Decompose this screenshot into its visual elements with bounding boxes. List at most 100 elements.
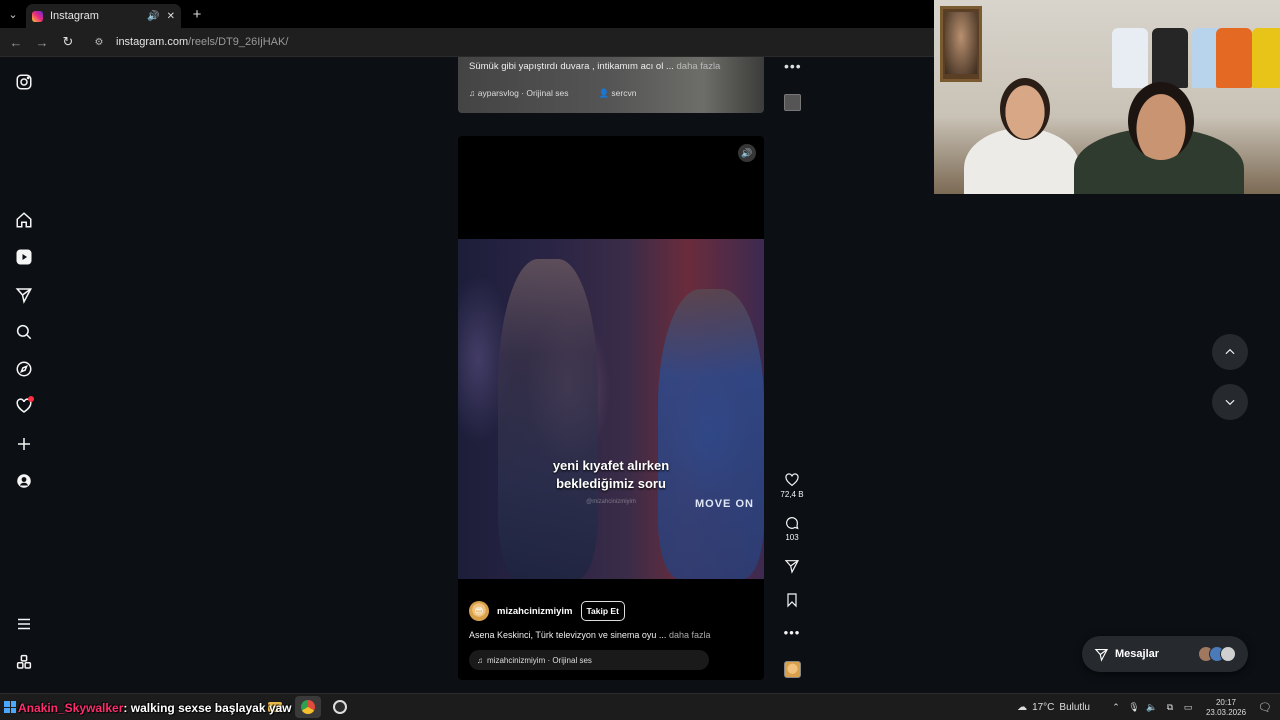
previous-reel[interactable]: Sümük gibi yapıştırdı duvara , intikamım… <box>458 57 764 113</box>
bookmark-icon <box>787 593 797 608</box>
previous-reel-audio-label: ayparsvlog · Orijinal ses <box>477 88 569 98</box>
instagram-favicon-icon <box>32 10 43 22</box>
music-note-icon: ♫ <box>477 655 483 665</box>
painting-portrait <box>945 12 977 74</box>
previous-reel-caption: Sümük gibi yapıştırdı duvara , intikamım… <box>469 61 720 72</box>
weather-status: Bulutlu <box>1059 702 1090 713</box>
page-scrollbar[interactable] <box>1272 200 1280 693</box>
more-menu-icon[interactable] <box>14 614 34 634</box>
chat-message: : walking sexse başlayak yaw <box>123 701 292 715</box>
jersey <box>1252 28 1280 88</box>
reel-audio-thumbnail[interactable] <box>784 661 801 678</box>
home-icon[interactable] <box>14 210 34 230</box>
explore-icon[interactable] <box>14 359 34 379</box>
reels-icon[interactable] <box>14 247 34 267</box>
tray-chevron-up-icon[interactable]: ⌃ <box>1110 702 1122 713</box>
reel-footer: 😎 mizahcinizmiyim Takip Et Asena Keskinc… <box>458 596 764 680</box>
previous-reel-tagged-user-label: sercvn <box>611 88 637 98</box>
follow-button[interactable]: Takip Et <box>580 601 625 621</box>
reel-audio-label: mizahcinizmiyim · Orijinal ses <box>487 655 592 665</box>
comment-button[interactable]: 103 <box>777 515 807 542</box>
previous-reel-more-link[interactable]: daha fazla <box>677 61 721 72</box>
new-tab-button[interactable]: + <box>185 6 209 23</box>
chevron-down-icon <box>1225 399 1235 406</box>
previous-reel-tagged-user[interactable]: 👤 sercvn <box>598 88 636 99</box>
author-avatar[interactable]: 😎 <box>469 601 489 621</box>
person-left-face <box>1000 78 1050 140</box>
reel-video[interactable]: 🔊 MOVE ON yeni kıyafet alırken beklediği… <box>458 136 764 680</box>
forward-button[interactable]: → <box>34 35 50 50</box>
messages-button[interactable]: Mesajlar <box>1082 636 1248 672</box>
windows-start-icon[interactable] <box>4 701 16 713</box>
author-username[interactable]: mizahcinizmiyim <box>497 606 573 617</box>
previous-reel-audio-thumbnail[interactable] <box>784 94 801 111</box>
url-field[interactable]: instagram.com/reels/DT9_26IjHAK/ <box>116 36 288 48</box>
weather-icon: ☁ <box>1017 702 1028 713</box>
site-info-icon[interactable]: ⚙ <box>92 35 106 49</box>
battery-icon[interactable]: ▭ <box>1182 702 1194 713</box>
instagram-logo-icon[interactable] <box>14 72 34 92</box>
network-icon[interactable]: ⧉ <box>1164 702 1176 713</box>
share-button[interactable] <box>777 558 807 574</box>
browser-tab-instagram[interactable]: Instagram 🔊 ✕ <box>26 4 181 28</box>
chrome-taskbar-icon[interactable] <box>295 696 321 718</box>
back-button[interactable]: ← <box>8 35 24 50</box>
create-plus-icon[interactable] <box>14 434 34 454</box>
chat-username: Anakin_Skywalker <box>18 701 124 715</box>
share-icon <box>784 560 799 574</box>
reel-watermark: @mizahcinizmiyim <box>586 499 636 505</box>
messages-label: Mesajlar <box>1115 648 1160 660</box>
speaker-icon[interactable]: 🔈 <box>1146 702 1158 713</box>
reel-video-frame: MOVE ON yeni kıyafet alırken beklediğimi… <box>458 239 764 579</box>
person-right-face <box>1128 82 1194 160</box>
tab-title: Instagram <box>50 10 99 22</box>
weather-widget[interactable]: ☁ 17°C Bulutlu <box>1017 702 1090 713</box>
clock-time: 20:17 <box>1215 697 1237 707</box>
url-host: instagram.com <box>116 36 189 48</box>
volume-icon[interactable]: 🔊 <box>738 144 756 162</box>
scene-person-right <box>658 289 764 579</box>
jersey <box>1216 28 1252 88</box>
like-count: 72,4 B <box>780 490 804 499</box>
tab-audio-icon[interactable]: 🔊 <box>147 11 159 22</box>
comment-icon <box>786 517 799 530</box>
notifications-heart-icon[interactable] <box>14 396 34 416</box>
reel-more-options[interactable]: ••• <box>777 625 807 640</box>
reload-button[interactable]: ↻ <box>60 34 76 50</box>
system-tray: ☁ 17°C Bulutlu ⌃ 🎙 🔈 ⧉ ▭ 20:17 23.03.202… <box>1017 694 1280 720</box>
search-icon[interactable] <box>14 322 34 342</box>
reel-author: 😎 mizahcinizmiyim Takip Et <box>469 601 625 621</box>
reel-caption-text: Asena Keskinci, Türk televizyon ve sinem… <box>469 630 667 640</box>
instagram-sidebar <box>0 57 48 693</box>
stream-chat-overlay: Anakin_Skywalker: walking sexse başlayak… <box>18 701 292 715</box>
heart-icon <box>785 473 799 487</box>
also-from-meta-icon[interactable] <box>14 652 34 672</box>
comment-count: 103 <box>785 533 799 542</box>
taskbar-clock[interactable]: 20:17 23.03.2026 <box>1206 698 1246 718</box>
tab-close-icon[interactable]: ✕ <box>167 11 175 22</box>
clock-date: 23.03.2026 <box>1205 707 1247 717</box>
reel-caption-more-link[interactable]: daha fazla <box>669 630 711 640</box>
webcam-overlay <box>934 0 1280 194</box>
reel-overlay-text-line1: yeni kıyafet alırken <box>552 458 670 473</box>
microphone-icon[interactable]: 🎙 <box>1128 702 1140 713</box>
like-button[interactable]: 72,4 B <box>777 472 807 499</box>
tab-search-button[interactable]: ⌄ <box>0 0 26 28</box>
reel-audio-link[interactable]: ♫ mizahcinizmiyim · Orijinal ses <box>469 650 709 670</box>
browser-address-bar: ← → ↻ ⚙ instagram.com/reels/DT9_26IjHAK/ <box>0 28 934 57</box>
previous-reel-caption-text: Sümük gibi yapıştırdı duvara , intikamım… <box>469 61 674 72</box>
obs-taskbar-icon[interactable] <box>327 696 353 718</box>
direct-icon <box>1094 648 1109 662</box>
chevron-up-icon <box>1225 348 1235 355</box>
message-avatars <box>1198 646 1236 662</box>
notification-center-icon[interactable]: 🗨 <box>1258 701 1272 714</box>
save-button[interactable] <box>777 592 807 608</box>
previous-reel-button[interactable] <box>1212 334 1248 370</box>
direct-messages-icon[interactable] <box>14 285 34 305</box>
browser-tab-bar: ⌄ Instagram 🔊 ✕ + <box>0 0 934 28</box>
next-reel-button[interactable] <box>1212 384 1248 420</box>
previous-reel-audio[interactable]: ♫ ayparsvlog · Orijinal ses <box>469 88 568 99</box>
jersey <box>1112 28 1148 88</box>
profile-avatar-icon[interactable] <box>14 471 34 491</box>
previous-reel-more-options[interactable]: ••• <box>784 58 801 74</box>
